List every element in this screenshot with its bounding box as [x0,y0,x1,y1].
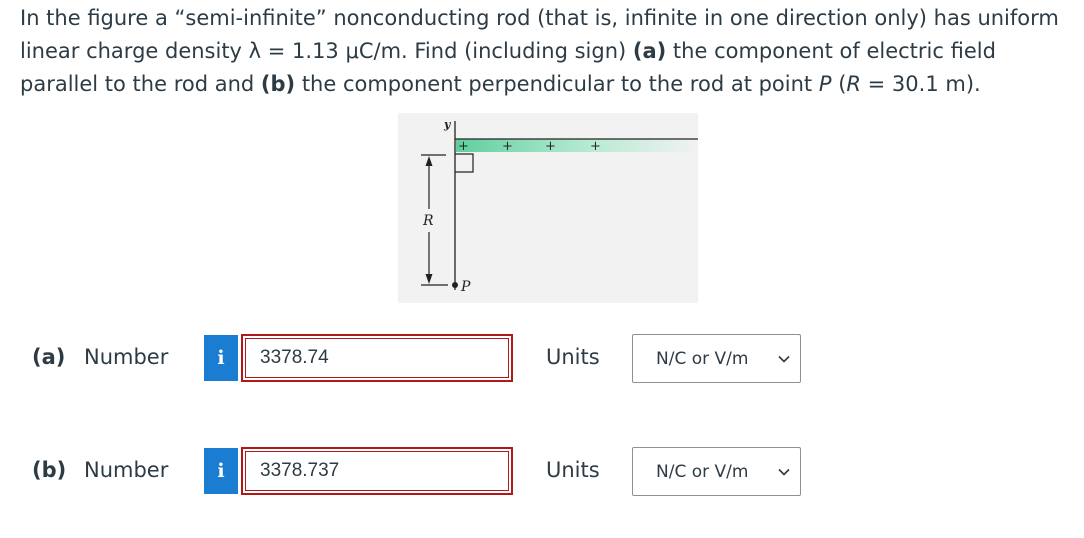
part-a-tag: (a) [632,39,667,63]
info-button[interactable]: i [204,448,238,494]
answer-row-b: (b) Number i 3378.737 Units N/C or V/m [0,447,1084,497]
units-selected-value: N/C or V/m [656,461,749,482]
rod-figure: + + + + y x R P [398,113,698,303]
info-button[interactable]: i [204,335,238,381]
units-label: Units [546,458,600,482]
charge-sign: + [502,139,513,154]
charged-rod [456,139,698,152]
point-p-label: P [460,279,471,295]
y-axis-label: y [443,118,452,131]
dimension-arrow-up [425,156,433,166]
question-part-b-text: the component perpendicular to the rod a… [295,72,819,96]
charge-sign: + [458,139,469,154]
units-select-b[interactable]: N/C or V/m [632,447,801,496]
right-angle-marker [455,153,474,173]
question-text: In the figure a “semi-infinite” noncondu… [20,2,1080,101]
part-label: (b) [32,458,67,482]
point-p-dot [452,282,458,288]
dimension-arrow-down [425,274,433,284]
answer-row-a: (a) Number i 3378.74 Units N/C or V/m [0,334,1084,384]
chevron-down-icon [778,355,790,363]
charge-sign: + [545,139,556,154]
units-label: Units [546,345,600,369]
part-b-tag: (b) [260,72,296,96]
units-select-a[interactable]: N/C or V/m [632,334,801,383]
paren-open: ( [831,72,847,96]
answer-input-a[interactable]: 3378.74 [241,334,513,382]
r-symbol: R [846,72,861,96]
r-dimension-label: R [422,213,434,229]
answer-input-b[interactable]: 3378.737 [241,447,513,495]
number-label: Number [84,458,169,482]
point-symbol: P [818,72,832,96]
chevron-down-icon [778,468,790,476]
units-selected-value: N/C or V/m [656,348,749,369]
part-label: (a) [32,345,66,369]
number-label: Number [84,345,169,369]
rod-diagram: + + + + y x R P [421,118,698,295]
charge-sign: + [590,139,601,154]
r-value: = 30.1 m). [860,72,981,96]
